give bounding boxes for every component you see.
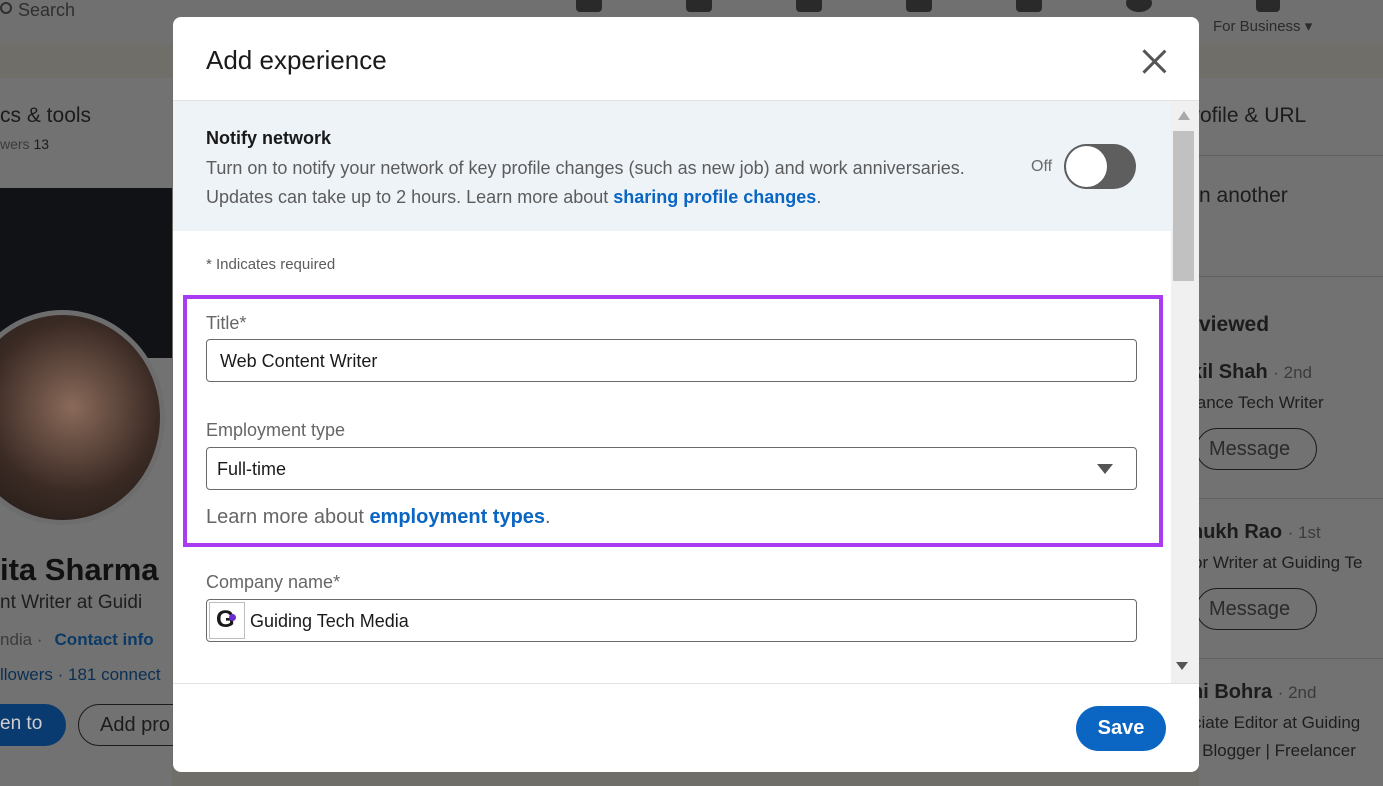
required-note: * Indicates required <box>206 256 336 273</box>
home-icon[interactable] <box>576 0 602 12</box>
jobs-icon[interactable] <box>796 0 822 12</box>
company-logo-icon: G <box>209 602 245 639</box>
edit-profile-url-link[interactable]: rofile & URL <box>1193 104 1306 128</box>
search-icon <box>0 2 12 14</box>
viewed-person-role: ciate Editor at Guiding <box>1193 713 1361 732</box>
employment-types-link[interactable]: employment types <box>369 506 545 528</box>
company-name-input[interactable]: G Guiding Tech Media <box>206 599 1137 642</box>
scrollbar-thumb[interactable] <box>1173 131 1194 281</box>
title-input-value: Web Content Writer <box>220 351 378 371</box>
dialog-header: Add experience <box>173 17 1199 101</box>
divider <box>1199 498 1383 499</box>
dialog-body[interactable]: Notify network Turn on to notify your ne… <box>173 101 1199 683</box>
profile-another-language-link[interactable]: n another <box>1199 184 1288 208</box>
profile-name: ita Sharma <box>0 552 159 587</box>
employment-types-help: Learn more about employment types. <box>206 506 551 528</box>
notifications-icon[interactable] <box>1016 0 1042 12</box>
divider <box>1199 155 1383 156</box>
profile-location: ndia · Contact info <box>0 630 154 649</box>
open-to-button[interactable]: en to <box>0 704 66 746</box>
divider <box>1199 276 1383 277</box>
title-input[interactable]: Web Content Writer <box>206 339 1137 382</box>
messaging-icon[interactable] <box>906 0 932 12</box>
sharing-profile-changes-link[interactable]: sharing profile changes <box>613 187 816 207</box>
viewed-person-name[interactable]: kil Shah · 2nd <box>1191 361 1312 384</box>
add-experience-dialog: Add experience Notify network Turn on to… <box>173 17 1199 772</box>
title-label: Title* <box>206 313 247 333</box>
search-placeholder: Search <box>18 0 76 20</box>
employment-type-value: Full-time <box>217 459 287 479</box>
company-name-label: Company name* <box>206 572 341 592</box>
people-also-viewed-title: viewed <box>1199 313 1270 336</box>
message-button[interactable]: Message <box>1196 428 1317 470</box>
scroll-down-icon[interactable] <box>1176 662 1188 670</box>
resources-title: cs & tools <box>0 104 92 127</box>
company-name-value: Guiding Tech Media <box>250 611 409 631</box>
notify-network-section: Notify network Turn on to notify your ne… <box>173 101 1171 231</box>
save-button[interactable]: Save <box>1076 706 1166 751</box>
dialog-scrollbar[interactable] <box>1171 101 1199 683</box>
followers-connections[interactable]: llowers · 181 connect <box>0 665 161 685</box>
me-avatar-icon[interactable] <box>1126 0 1152 12</box>
employment-type-select[interactable]: Full-time <box>206 447 1137 490</box>
dialog-footer: Save <box>173 683 1199 772</box>
chevron-down-icon <box>1097 464 1113 474</box>
toggle-knob <box>1066 146 1107 187</box>
contact-info-link[interactable]: Contact info <box>55 630 154 649</box>
dialog-title: Add experience <box>206 45 387 75</box>
followers-text: wers 13 <box>0 136 50 152</box>
viewed-person-name[interactable]: nukh Rao · 1st <box>1191 521 1321 544</box>
toggle-state-label: Off <box>1031 158 1053 175</box>
notify-network-description: Turn on to notify your network of key pr… <box>206 158 965 207</box>
divider <box>1199 658 1383 659</box>
notify-network-title: Notify network <box>206 128 332 148</box>
employment-type-label: Employment type <box>206 420 346 440</box>
for-business-menu[interactable]: For Business ▾ <box>1213 17 1312 35</box>
profile-headline: nt Writer at Guidi <box>0 592 143 613</box>
close-icon[interactable] <box>1141 48 1167 74</box>
viewed-person-role: | Blogger | Freelancer <box>1193 741 1356 760</box>
scroll-up-icon[interactable] <box>1178 111 1190 120</box>
network-icon[interactable] <box>686 0 712 12</box>
grid-icon[interactable] <box>1256 0 1280 12</box>
viewed-person-role: or Writer at Guiding Te <box>1193 553 1363 572</box>
resources-card <box>0 78 172 188</box>
notify-network-toggle[interactable] <box>1064 144 1136 189</box>
viewed-person-role: lance Tech Writer <box>1193 393 1324 412</box>
message-button[interactable]: Message <box>1196 588 1317 630</box>
viewed-person-name[interactable]: hi Bohra · 2nd <box>1191 681 1316 704</box>
